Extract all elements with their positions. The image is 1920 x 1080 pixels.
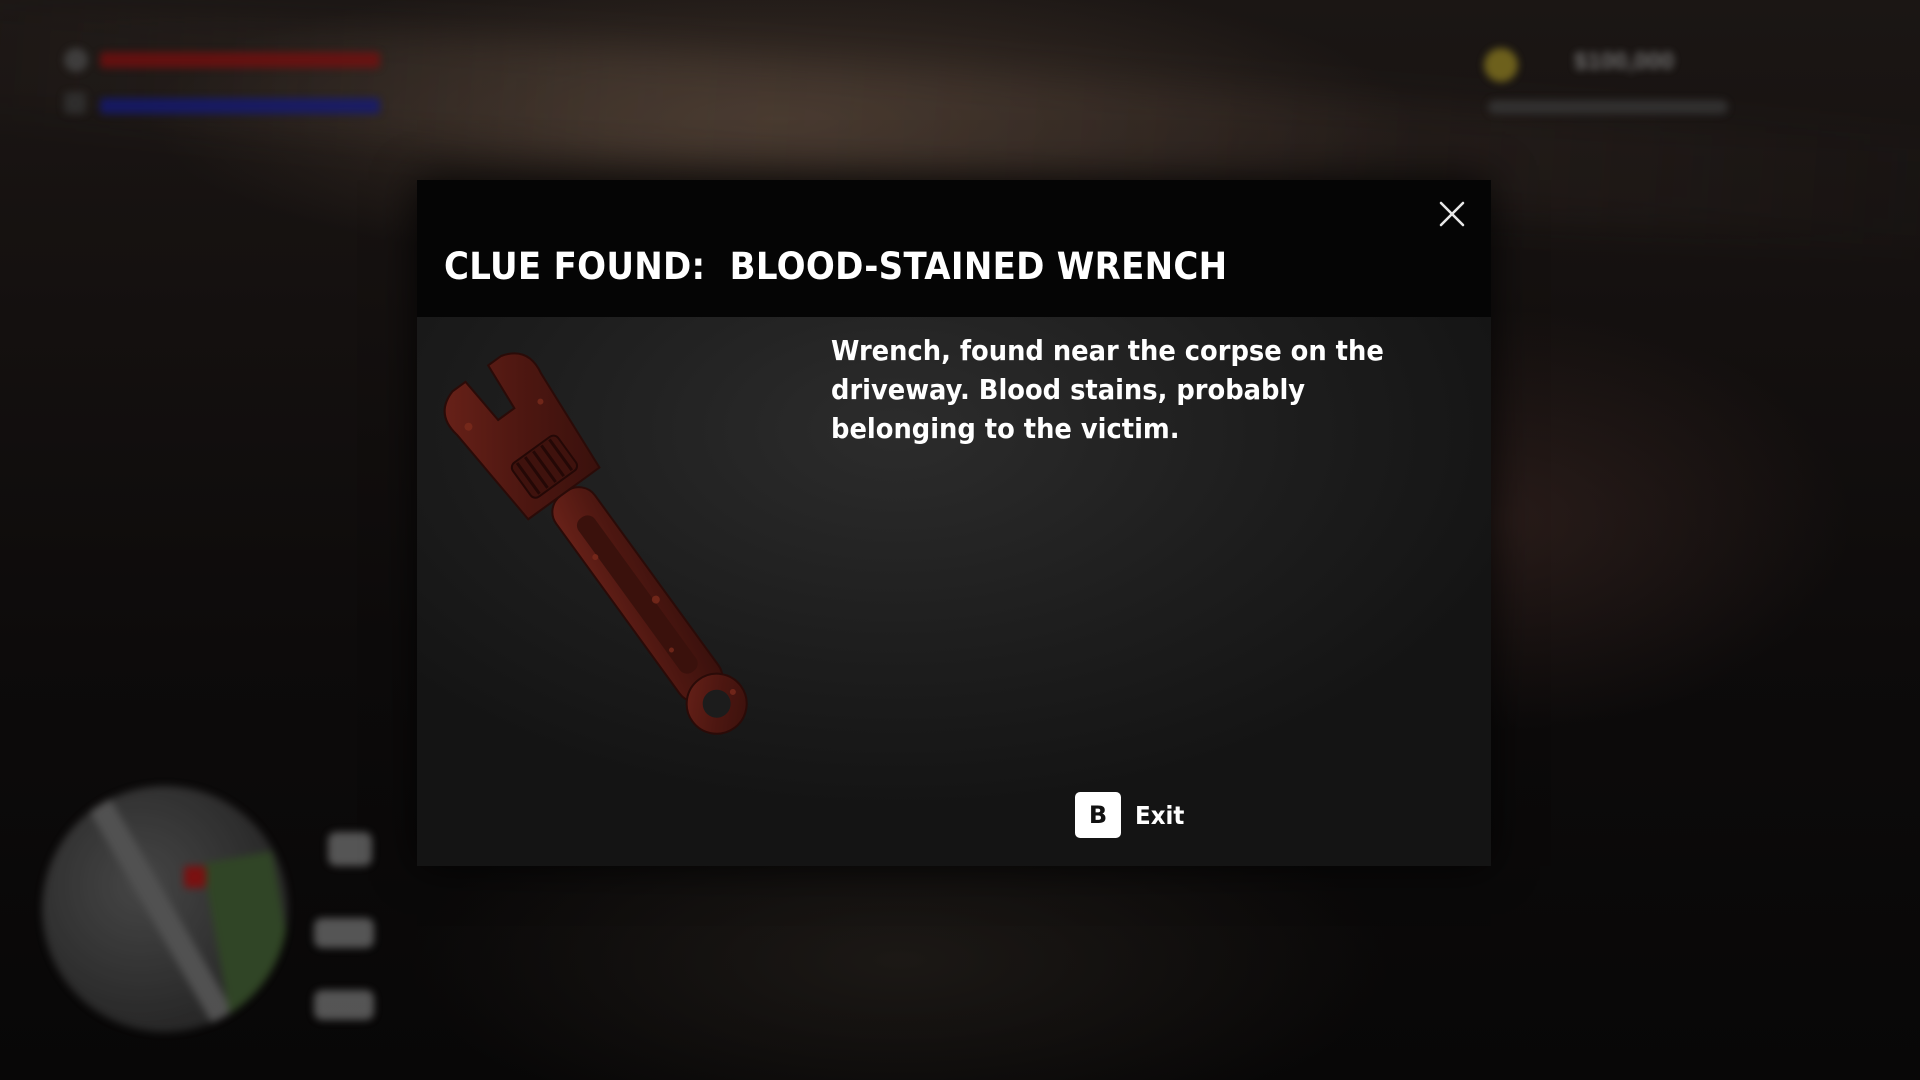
minimap-marker-icon [184, 866, 206, 888]
clue-description: Wrench, found near the corpse on the dri… [831, 334, 1384, 445]
health-bar [100, 52, 380, 68]
close-icon [1439, 201, 1465, 227]
exit-label: Exit [1135, 800, 1185, 830]
health-bar-fill [100, 52, 380, 68]
arrow-icon-2 [314, 990, 374, 1020]
dialog-header: CLUE FOUND: BLOOD-STAINED WRENCH [417, 180, 1491, 317]
b-button-icon: B [1075, 792, 1121, 838]
minimap [42, 786, 288, 1032]
wrench-icon [443, 352, 748, 735]
coin-icon [1484, 48, 1518, 82]
camera-icon [328, 832, 372, 866]
exit-button[interactable]: B Exit [1075, 792, 1189, 838]
close-button[interactable] [1432, 194, 1472, 234]
stamina-bar [100, 98, 380, 114]
stamina-icon [64, 92, 86, 114]
objective-line [1488, 100, 1728, 114]
money-counter: $100,000 [1574, 48, 1675, 75]
clue-found-dialog: CLUE FOUND: BLOOD-STAINED WRENCH Wrench,… [417, 180, 1491, 866]
dialog-title: CLUE FOUND: BLOOD-STAINED WRENCH [444, 245, 1228, 288]
stamina-bar-fill [100, 98, 380, 114]
arrow-icon [314, 918, 374, 948]
health-icon [64, 48, 88, 72]
